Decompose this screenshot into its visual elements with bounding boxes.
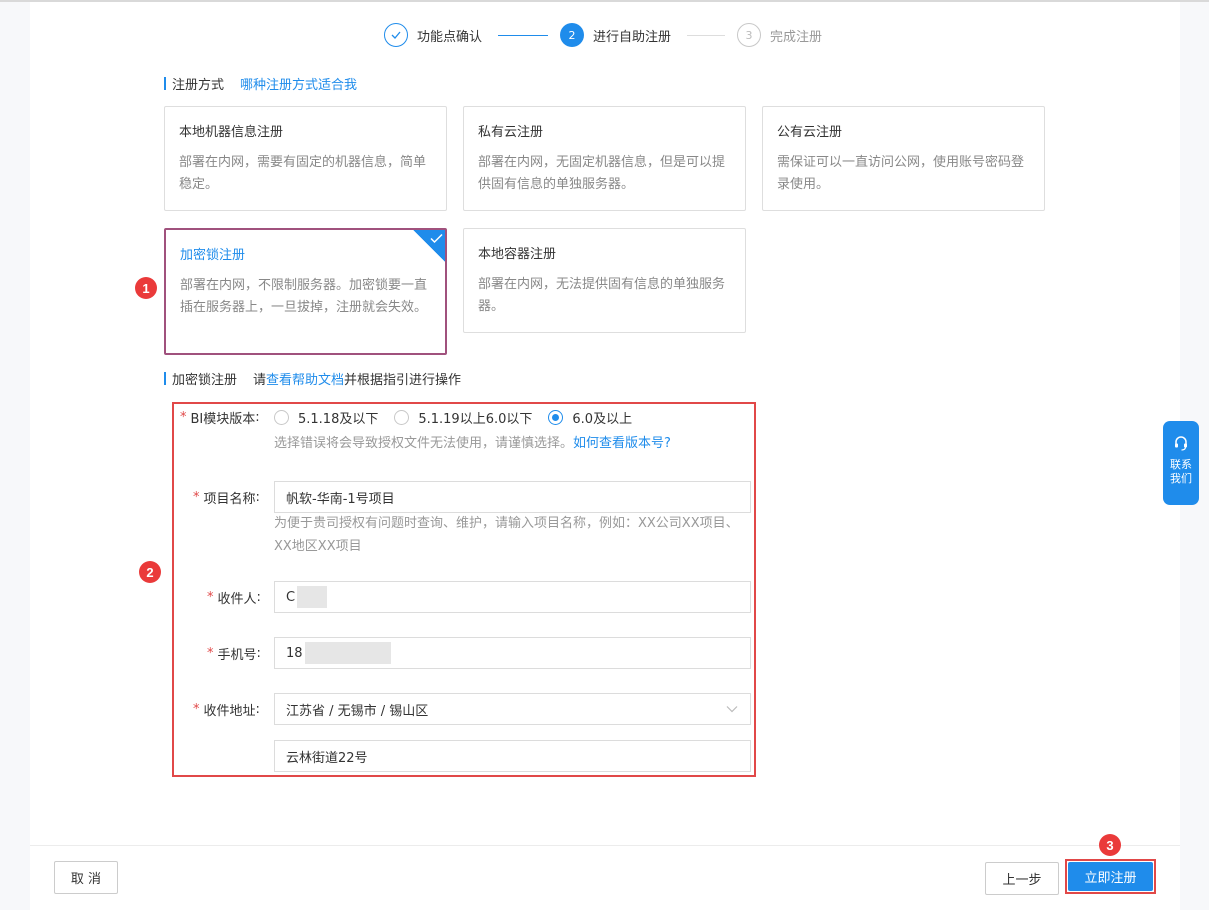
card-desc: 部署在内网，无固定机器信息，但是可以提供固有信息的单独服务器。 <box>478 155 726 192</box>
step-label: 进行自助注册 <box>593 29 672 45</box>
street-input[interactable]: 云林街道22号 <box>274 740 751 772</box>
progress-steps: 功能点确认 2 进行自助注册 3 完成注册 <box>384 23 844 49</box>
version-radio-3[interactable]: 6.0及以上 <box>548 408 632 427</box>
version-hint: 选择错误将会导致授权文件无法使用，请谨慎选择。如何查看版本号? <box>274 432 671 455</box>
required-mark: * <box>193 702 200 717</box>
annotation-badge-3: 3 <box>1099 834 1121 856</box>
redaction-mask <box>304 642 391 664</box>
annotation-badge-1: 1 <box>135 277 157 299</box>
section-bar <box>164 77 166 90</box>
step-connector <box>498 35 548 36</box>
radio-icon <box>274 410 289 425</box>
required-mark: * <box>193 490 200 505</box>
receiver-input[interactable]: C <box>274 581 751 613</box>
top-divider <box>0 0 1209 2</box>
chevron-down-icon <box>726 706 738 713</box>
version-label: * BI模块版本: <box>180 410 260 427</box>
card-local-container[interactable]: 本地容器注册 部署在内网，无法提供固有信息的单独服务器。 <box>463 228 746 333</box>
version-label-text: BI模块版本 <box>190 412 256 427</box>
version-radio-group: 5.1.18及以下 5.1.19以上6.0以下 6.0及以上 <box>274 408 648 427</box>
section-pre-text: 请 <box>253 373 267 388</box>
version-radio-2[interactable]: 5.1.19以上6.0以下 <box>394 408 532 427</box>
project-name-value: 帆软-华南-1号项目 <box>286 491 395 507</box>
card-desc: 部署在内网，需要有固定的机器信息，简单稳定。 <box>179 155 427 192</box>
project-hint: 为便于贵司授权有问题时查询、维护，请输入项目名称，例如：XX公司XX项目、XX地… <box>274 516 739 554</box>
card-local-machine[interactable]: 本地机器信息注册 部署在内网，需要有固定的机器信息，简单稳定。 <box>164 106 447 211</box>
project-label: * 项目名称: <box>193 490 260 507</box>
step-connector <box>687 35 725 36</box>
step-label: 完成注册 <box>770 29 823 45</box>
scrollbar[interactable] <box>1198 2 1209 845</box>
card-dongle[interactable]: 加密锁注册 部署在内网，不限制服务器。加密锁要一直插在服务器上，一旦拔掉，注册就… <box>164 228 447 355</box>
step-number: 3 <box>737 23 761 47</box>
card-title: 加密锁注册 <box>180 248 246 263</box>
receiver-label: * 收件人: <box>207 590 261 607</box>
receiver-value: C <box>286 589 296 605</box>
method-section-title: 注册方式 哪种注册方式适合我 <box>164 74 357 93</box>
headset-icon <box>1175 436 1187 451</box>
radio-label: 6.0及以上 <box>572 412 633 427</box>
step-register: 2 进行自助注册 <box>560 23 671 47</box>
radio-label: 5.1.18及以下 <box>298 412 379 427</box>
selected-corner <box>413 230 445 262</box>
required-mark: * <box>207 590 214 605</box>
cancel-button[interactable]: 取 消 <box>54 861 118 894</box>
annotation-badge-2: 2 <box>139 561 161 583</box>
receiver-label-text: 收件人 <box>217 592 257 607</box>
card-desc: 部署在内网，无法提供固有信息的单独服务器。 <box>478 277 726 314</box>
address-label-text: 收件地址 <box>203 704 256 719</box>
region-value: 江苏省 / 无锡市 / 锡山区 <box>286 703 429 719</box>
phone-value: 18 <box>286 645 303 661</box>
card-private-cloud[interactable]: 私有云注册 部署在内网，无固定机器信息，但是可以提供固有信息的单独服务器。 <box>463 106 746 211</box>
register-now-button[interactable]: 立即注册 <box>1068 862 1153 891</box>
phone-label-text: 手机号 <box>217 648 257 663</box>
version-radio-1[interactable]: 5.1.18及以下 <box>274 408 378 427</box>
address-label: * 收件地址: <box>193 702 260 719</box>
contact-label: 联系 我们 <box>1170 458 1192 485</box>
check-icon <box>430 233 443 244</box>
phone-label: * 手机号: <box>207 646 261 663</box>
step-complete: 3 完成注册 <box>737 23 822 47</box>
help-doc-link[interactable]: 查看帮助文档 <box>266 369 344 388</box>
project-name-input[interactable]: 帆软-华南-1号项目 <box>274 481 751 513</box>
phone-input[interactable]: 18 <box>274 637 751 669</box>
radio-icon <box>394 410 410 425</box>
version-help-link[interactable]: 如何查看版本号? <box>573 436 671 451</box>
section-title-text: 注册方式 <box>172 78 225 93</box>
card-desc: 部署在内网，不限制服务器。加密锁要一直插在服务器上，一旦拔掉，注册就会失效。 <box>180 278 428 315</box>
card-title: 本地机器信息注册 <box>179 125 284 140</box>
dongle-section-title: 加密锁注册 请 查看帮助文档 并根据指引进行操作 <box>164 369 461 388</box>
step-confirm: 功能点确认 <box>384 23 482 47</box>
card-title: 本地容器注册 <box>478 247 557 262</box>
contact-us-button[interactable]: 联系 我们 <box>1163 421 1199 505</box>
section-post-text: 并根据指引进行操作 <box>344 373 462 388</box>
section-title-text: 加密锁注册 <box>172 373 238 388</box>
help-link[interactable]: 哪种注册方式适合我 <box>240 74 357 93</box>
region-select[interactable]: 江苏省 / 无锡市 / 锡山区 <box>274 693 751 725</box>
previous-step-button[interactable]: 上一步 <box>985 862 1059 895</box>
radio-checked-icon <box>548 410 564 425</box>
section-bar <box>164 372 166 385</box>
version-hint-text: 选择错误将会导致授权文件无法使用，请谨慎选择。 <box>274 436 574 451</box>
redaction-mask <box>297 586 328 608</box>
street-value: 云林街道22号 <box>286 750 368 766</box>
card-title: 私有云注册 <box>478 125 544 140</box>
check-icon <box>384 23 408 47</box>
page: 功能点确认 2 进行自助注册 3 完成注册 注册方式 哪种注册方式适合我 本地机… <box>0 0 1209 910</box>
project-label-text: 项目名称 <box>203 492 256 507</box>
step-label: 功能点确认 <box>417 29 483 45</box>
required-mark: * <box>207 646 214 661</box>
step-number: 2 <box>560 23 584 47</box>
card-public-cloud[interactable]: 公有云注册 需保证可以一直访问公网，使用账号密码登录使用。 <box>762 106 1045 211</box>
card-title: 公有云注册 <box>777 125 843 140</box>
required-mark: * <box>180 410 187 425</box>
card-desc: 需保证可以一直访问公网，使用账号密码登录使用。 <box>777 155 1025 192</box>
radio-label: 5.1.19以上6.0以下 <box>418 412 533 427</box>
